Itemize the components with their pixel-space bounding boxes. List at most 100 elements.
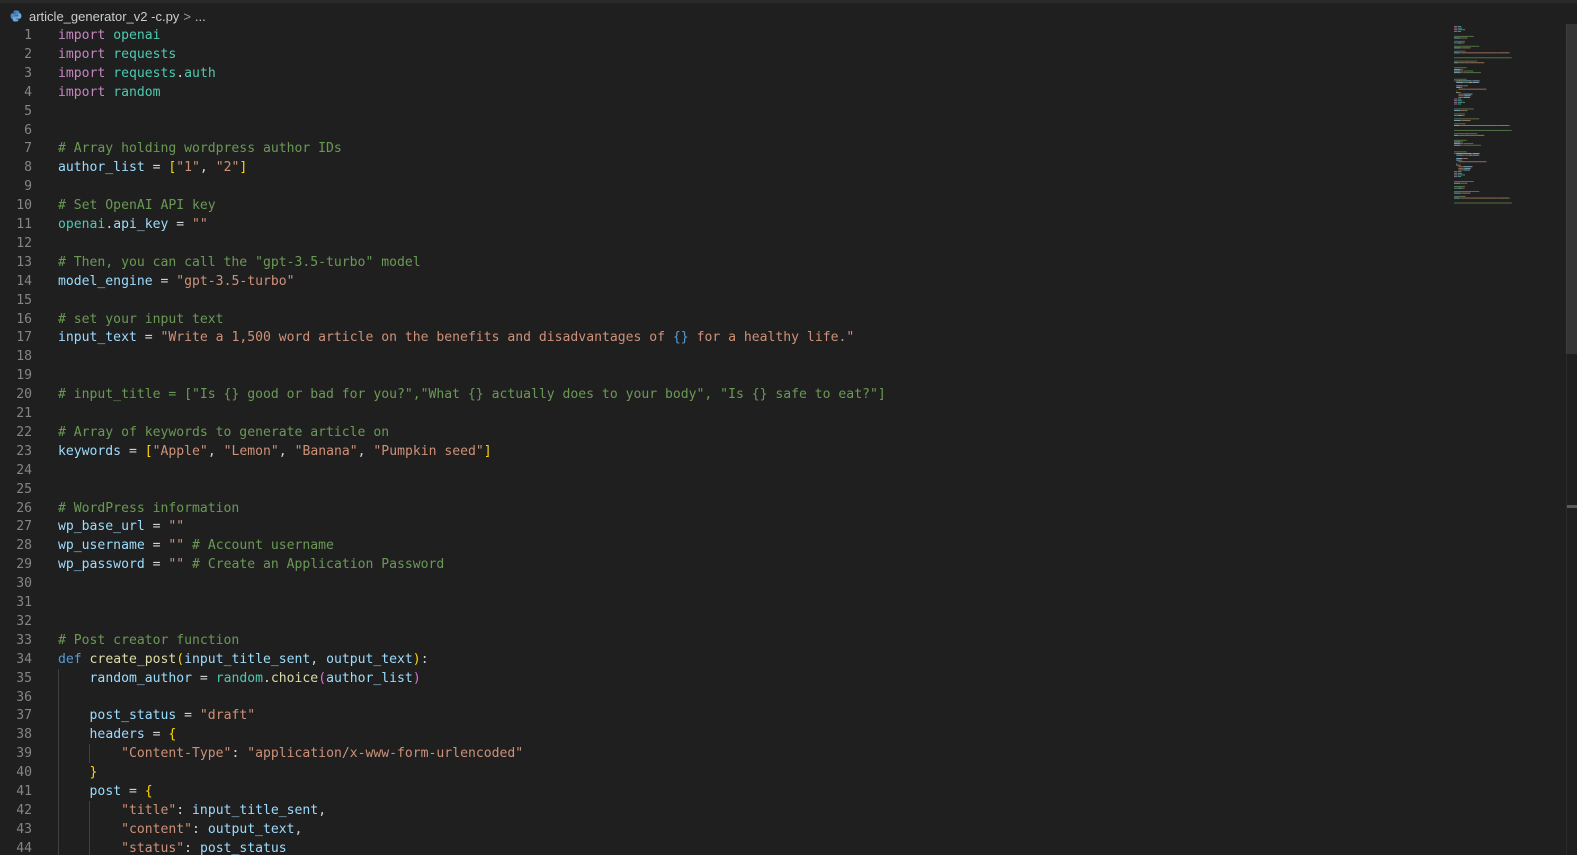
line-number: 21: [16, 406, 32, 421]
code-line[interactable]: 44 "status": post_status: [0, 839, 1440, 855]
code-token: ,: [357, 443, 374, 459]
code-line[interactable]: 26 # WordPress information: [0, 499, 1440, 518]
code-line[interactable]: 23 keywords = ["Apple", "Lemon", "Banana"…: [0, 442, 1440, 461]
code-line[interactable]: 39 "Content-Type": "application/x-www-fo…: [0, 744, 1440, 763]
minimap-token: [1454, 134, 1459, 136]
code-line[interactable]: 2 import requests: [0, 45, 1440, 64]
code-line[interactable]: 7 # Array holding wordpress author IDs: [0, 139, 1440, 158]
code-token: .: [263, 670, 271, 686]
line-code: # Then, you can call the "gpt-3.5-turbo"…: [58, 253, 421, 272]
code-line[interactable]: 10 # Set OpenAI API key: [0, 196, 1440, 215]
minimap[interactable]: [1452, 24, 1560, 204]
minimap-token: [1457, 98, 1462, 100]
code-line[interactable]: 14 model_engine = "gpt-3.5-turbo": [0, 272, 1440, 291]
minimap-token: [1463, 72, 1481, 74]
code-line[interactable]: 8 author_list = ["1", "2"]: [0, 158, 1440, 177]
line-code: wp_username = "" # Account username: [58, 536, 334, 555]
minimap-token: [1454, 139, 1467, 141]
code-line[interactable]: 35 random_author = random.choice(author_…: [0, 669, 1440, 688]
minimap-token: [1454, 192, 1461, 194]
minimap-token: [1460, 164, 1461, 166]
code-line[interactable]: 24: [0, 461, 1440, 480]
line-code: keywords = ["Apple", "Lemon", "Banana", …: [58, 442, 492, 461]
minimap-token: [1462, 158, 1464, 159]
minimap-token: [1483, 134, 1485, 136]
code-line[interactable]: 6: [0, 121, 1440, 140]
code-line[interactable]: 32: [0, 612, 1440, 631]
code-line[interactable]: 30: [0, 574, 1440, 593]
minimap-token: [1463, 42, 1465, 44]
code-line[interactable]: 42 "title": input_title_sent,: [0, 801, 1440, 820]
code-line[interactable]: 15: [0, 291, 1440, 310]
code-token: random: [215, 670, 263, 686]
minimap-token: [1454, 67, 1467, 69]
scrollbar-thumb[interactable]: [1566, 24, 1577, 354]
breadcrumb[interactable]: article_generator_v2 -c.py > ...: [10, 6, 206, 26]
code-line[interactable]: 1 import openai: [0, 26, 1440, 45]
line-code: def create_post(input_title_sent, output…: [58, 650, 429, 669]
code-line[interactable]: 33 # Post creator function: [0, 631, 1440, 650]
code-line[interactable]: 18: [0, 347, 1440, 366]
code-line[interactable]: 17 input_text = "Write a 1,500 word artic…: [0, 328, 1440, 347]
code-token: input_text: [58, 330, 137, 346]
code-token: # Account username: [192, 538, 334, 554]
code-line[interactable]: 29 wp_password = "" # Create an Applicati…: [0, 555, 1440, 574]
code-line[interactable]: 41 post = {: [0, 782, 1440, 801]
minimap-token: [1454, 197, 1460, 199]
minimap-token: [1454, 123, 1466, 125]
minimap-token: [1454, 60, 1478, 62]
line-code: # Set OpenAI API key: [58, 196, 216, 215]
breadcrumb-more[interactable]: ...: [195, 9, 206, 24]
code-line[interactable]: 37 post_status = "draft": [0, 706, 1440, 725]
code-token: {: [168, 727, 177, 743]
code-line[interactable]: 28 wp_username = "" # Account username: [0, 536, 1440, 555]
code-line[interactable]: 21: [0, 404, 1440, 423]
minimap-token: [1462, 80, 1472, 82]
minimap-token: [1460, 70, 1462, 72]
code-line[interactable]: 4 import random: [0, 83, 1440, 102]
code-line[interactable]: 3 import requests.auth: [0, 64, 1440, 83]
code-line[interactable]: 12: [0, 234, 1440, 253]
code-line[interactable]: 13 # Then, you can call the "gpt-3.5-turb…: [0, 253, 1440, 272]
minimap-token: [1454, 72, 1461, 74]
code-token: output_text: [326, 651, 413, 667]
minimap-token: [1458, 166, 1463, 168]
minimap-token: [1454, 27, 1458, 29]
code-token: create_post: [89, 651, 177, 667]
minimap-token: [1458, 92, 1461, 93]
minimap-token: [1454, 172, 1458, 174]
code-line[interactable]: 38 headers = {: [0, 725, 1440, 744]
code-line[interactable]: 5: [0, 102, 1440, 121]
breadcrumb-filename[interactable]: article_generator_v2 -c.py: [29, 9, 179, 24]
code-token: =: [144, 519, 169, 535]
code-line[interactable]: 25: [0, 480, 1440, 499]
minimap-token: [1460, 143, 1462, 145]
code-line[interactable]: 20 # input_title = ["Is {} good or bad fo…: [0, 385, 1440, 404]
code-line[interactable]: 36: [0, 688, 1440, 707]
code-line[interactable]: 11 openai.api_key = "": [0, 215, 1440, 234]
minimap-token: [1463, 167, 1465, 169]
minimap-token: [1460, 141, 1462, 143]
minimap-token: [1461, 187, 1464, 189]
code-line[interactable]: 22 # Array of keywords to generate articl…: [0, 423, 1440, 442]
code-token: ,: [310, 651, 327, 667]
minimap-token: [1463, 110, 1465, 112]
code-line[interactable]: 40 }: [0, 763, 1440, 782]
code-line[interactable]: 43 "content": output_text,: [0, 820, 1440, 839]
code-line[interactable]: 19: [0, 366, 1440, 385]
line-number: 23: [16, 443, 32, 459]
minimap-token: [1470, 62, 1475, 64]
minimap-token: [1454, 47, 1461, 49]
line-code: # set your input text: [58, 310, 224, 329]
code-editor[interactable]: 1 import openai 2 import requests 3 import re…: [0, 26, 1440, 855]
minimap-token: [1462, 174, 1463, 176]
minimap-token: [1454, 141, 1461, 143]
code-line[interactable]: 9: [0, 177, 1440, 196]
title-bar-strip: [0, 0, 1577, 3]
minimap-token: [1461, 42, 1464, 44]
code-line[interactable]: 34 def create_post(input_title_sent, outp…: [0, 650, 1440, 669]
code-line[interactable]: 27 wp_base_url = "": [0, 517, 1440, 536]
code-line[interactable]: 16 # set your input text: [0, 310, 1440, 329]
code-line[interactable]: 31: [0, 593, 1440, 612]
code-token: auth: [184, 65, 216, 81]
